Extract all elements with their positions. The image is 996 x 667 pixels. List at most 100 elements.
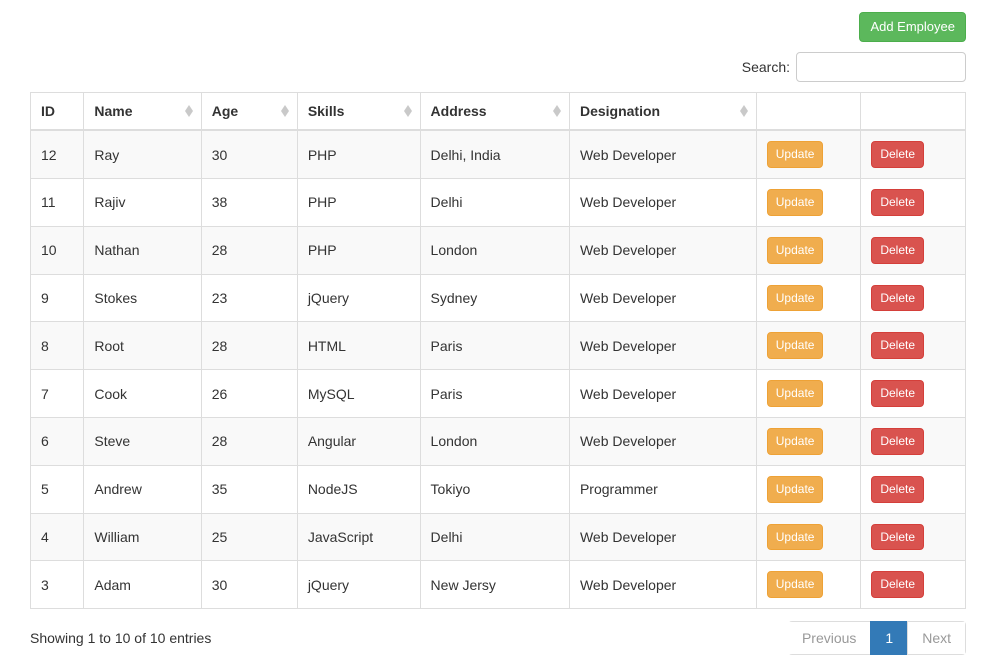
- update-button[interactable]: Update: [767, 524, 824, 551]
- cell-skills: JavaScript: [297, 513, 420, 561]
- cell-age: 28: [201, 322, 297, 370]
- table-header-row: ID Name Age Skills Address Designation: [31, 93, 966, 131]
- col-name[interactable]: Name: [84, 93, 201, 131]
- cell-designation: Web Developer: [569, 178, 756, 226]
- table-row: 7Cook26MySQLParisWeb Developer Update Dele…: [31, 370, 966, 418]
- cell-id: 10: [31, 226, 84, 274]
- cell-id: 7: [31, 370, 84, 418]
- cell-designation: Web Developer: [569, 274, 756, 322]
- cell-address: Delhi: [420, 513, 569, 561]
- cell-skills: MySQL: [297, 370, 420, 418]
- cell-address: London: [420, 226, 569, 274]
- delete-button[interactable]: Delete: [871, 237, 924, 264]
- cell-address: Paris: [420, 370, 569, 418]
- cell-name: Cook: [84, 370, 201, 418]
- cell-address: Sydney: [420, 274, 569, 322]
- cell-id: 5: [31, 465, 84, 513]
- update-button[interactable]: Update: [767, 332, 824, 359]
- sort-icon: [281, 105, 289, 117]
- update-button[interactable]: Update: [767, 380, 824, 407]
- col-delete: [861, 93, 966, 131]
- cell-skills: PHP: [297, 178, 420, 226]
- delete-button[interactable]: Delete: [871, 428, 924, 455]
- delete-button[interactable]: Delete: [871, 141, 924, 168]
- update-button[interactable]: Update: [767, 189, 824, 216]
- cell-skills: jQuery: [297, 561, 420, 609]
- next-button[interactable]: Next: [907, 621, 966, 655]
- delete-button[interactable]: Delete: [871, 524, 924, 551]
- cell-address: London: [420, 417, 569, 465]
- table-row: 11Rajiv38PHPDelhiWeb Developer Update Dele…: [31, 178, 966, 226]
- col-id[interactable]: ID: [31, 93, 84, 131]
- employee-table: ID Name Age Skills Address Designation 1…: [30, 92, 966, 609]
- update-button[interactable]: Update: [767, 237, 824, 264]
- search-label: Search:: [742, 59, 790, 75]
- cell-address: Delhi: [420, 178, 569, 226]
- cell-id: 6: [31, 417, 84, 465]
- col-designation[interactable]: Designation: [569, 93, 756, 131]
- cell-id: 3: [31, 561, 84, 609]
- sort-icon: [740, 105, 748, 117]
- cell-age: 28: [201, 226, 297, 274]
- cell-skills: Angular: [297, 417, 420, 465]
- cell-name: Steve: [84, 417, 201, 465]
- cell-designation: Programmer: [569, 465, 756, 513]
- table-row: 10Nathan28PHPLondonWeb DeveloperUpdateDe…: [31, 226, 966, 274]
- cell-id: 4: [31, 513, 84, 561]
- update-button[interactable]: Update: [767, 428, 824, 455]
- table-row: 8Root28HTMLParisWeb DeveloperUpdateDelet…: [31, 322, 966, 370]
- cell-age: 35: [201, 465, 297, 513]
- cell-designation: Web Developer: [569, 322, 756, 370]
- cell-designation: Web Developer: [569, 513, 756, 561]
- col-address[interactable]: Address: [420, 93, 569, 131]
- cell-age: 38: [201, 178, 297, 226]
- cell-name: Rajiv: [84, 178, 201, 226]
- delete-button[interactable]: Delete: [871, 571, 924, 598]
- delete-button[interactable]: Delete: [871, 332, 924, 359]
- col-skills[interactable]: Skills: [297, 93, 420, 131]
- cell-skills: NodeJS: [297, 465, 420, 513]
- cell-age: 30: [201, 561, 297, 609]
- table-row: 4William25JavaScriptDelhiWeb DeveloperUp…: [31, 513, 966, 561]
- sort-icon: [185, 105, 193, 117]
- cell-name: Adam: [84, 561, 201, 609]
- cell-name: Andrew: [84, 465, 201, 513]
- cell-age: 28: [201, 417, 297, 465]
- previous-button[interactable]: Previous: [788, 621, 871, 655]
- cell-address: New Jersy: [420, 561, 569, 609]
- cell-age: 23: [201, 274, 297, 322]
- search-input[interactable]: [796, 52, 966, 82]
- cell-designation: Web Developer: [569, 561, 756, 609]
- cell-name: Ray: [84, 130, 201, 178]
- table-row: 3Adam30jQueryNew JersyWeb Developer Updat…: [31, 561, 966, 609]
- cell-id: 9: [31, 274, 84, 322]
- delete-button[interactable]: Delete: [871, 380, 924, 407]
- update-button[interactable]: Update: [767, 476, 824, 503]
- col-update: [756, 93, 861, 131]
- delete-button[interactable]: Delete: [871, 476, 924, 503]
- table-row: 12Ray30PHPDelhi, IndiaWeb DeveloperUpdat…: [31, 130, 966, 178]
- cell-name: Nathan: [84, 226, 201, 274]
- cell-skills: PHP: [297, 226, 420, 274]
- add-employee-button[interactable]: Add Employee: [859, 12, 966, 42]
- cell-id: 11: [31, 178, 84, 226]
- page-1-button[interactable]: 1: [870, 621, 908, 655]
- cell-age: 26: [201, 370, 297, 418]
- cell-address: Tokiyo: [420, 465, 569, 513]
- cell-designation: Web Developer: [569, 417, 756, 465]
- update-button[interactable]: Update: [767, 285, 824, 312]
- cell-designation: Web Developer: [569, 130, 756, 178]
- cell-name: William: [84, 513, 201, 561]
- pagination: Previous 1 Next: [788, 621, 966, 655]
- update-button[interactable]: Update: [767, 571, 824, 598]
- cell-skills: HTML: [297, 322, 420, 370]
- cell-name: Stokes: [84, 274, 201, 322]
- cell-id: 12: [31, 130, 84, 178]
- table-row: 5Andrew35NodeJSTokiyoProgrammer Update Del…: [31, 465, 966, 513]
- update-button[interactable]: Update: [767, 141, 824, 168]
- cell-id: 8: [31, 322, 84, 370]
- cell-designation: Web Developer: [569, 370, 756, 418]
- delete-button[interactable]: Delete: [871, 285, 924, 312]
- delete-button[interactable]: Delete: [871, 189, 924, 216]
- col-age[interactable]: Age: [201, 93, 297, 131]
